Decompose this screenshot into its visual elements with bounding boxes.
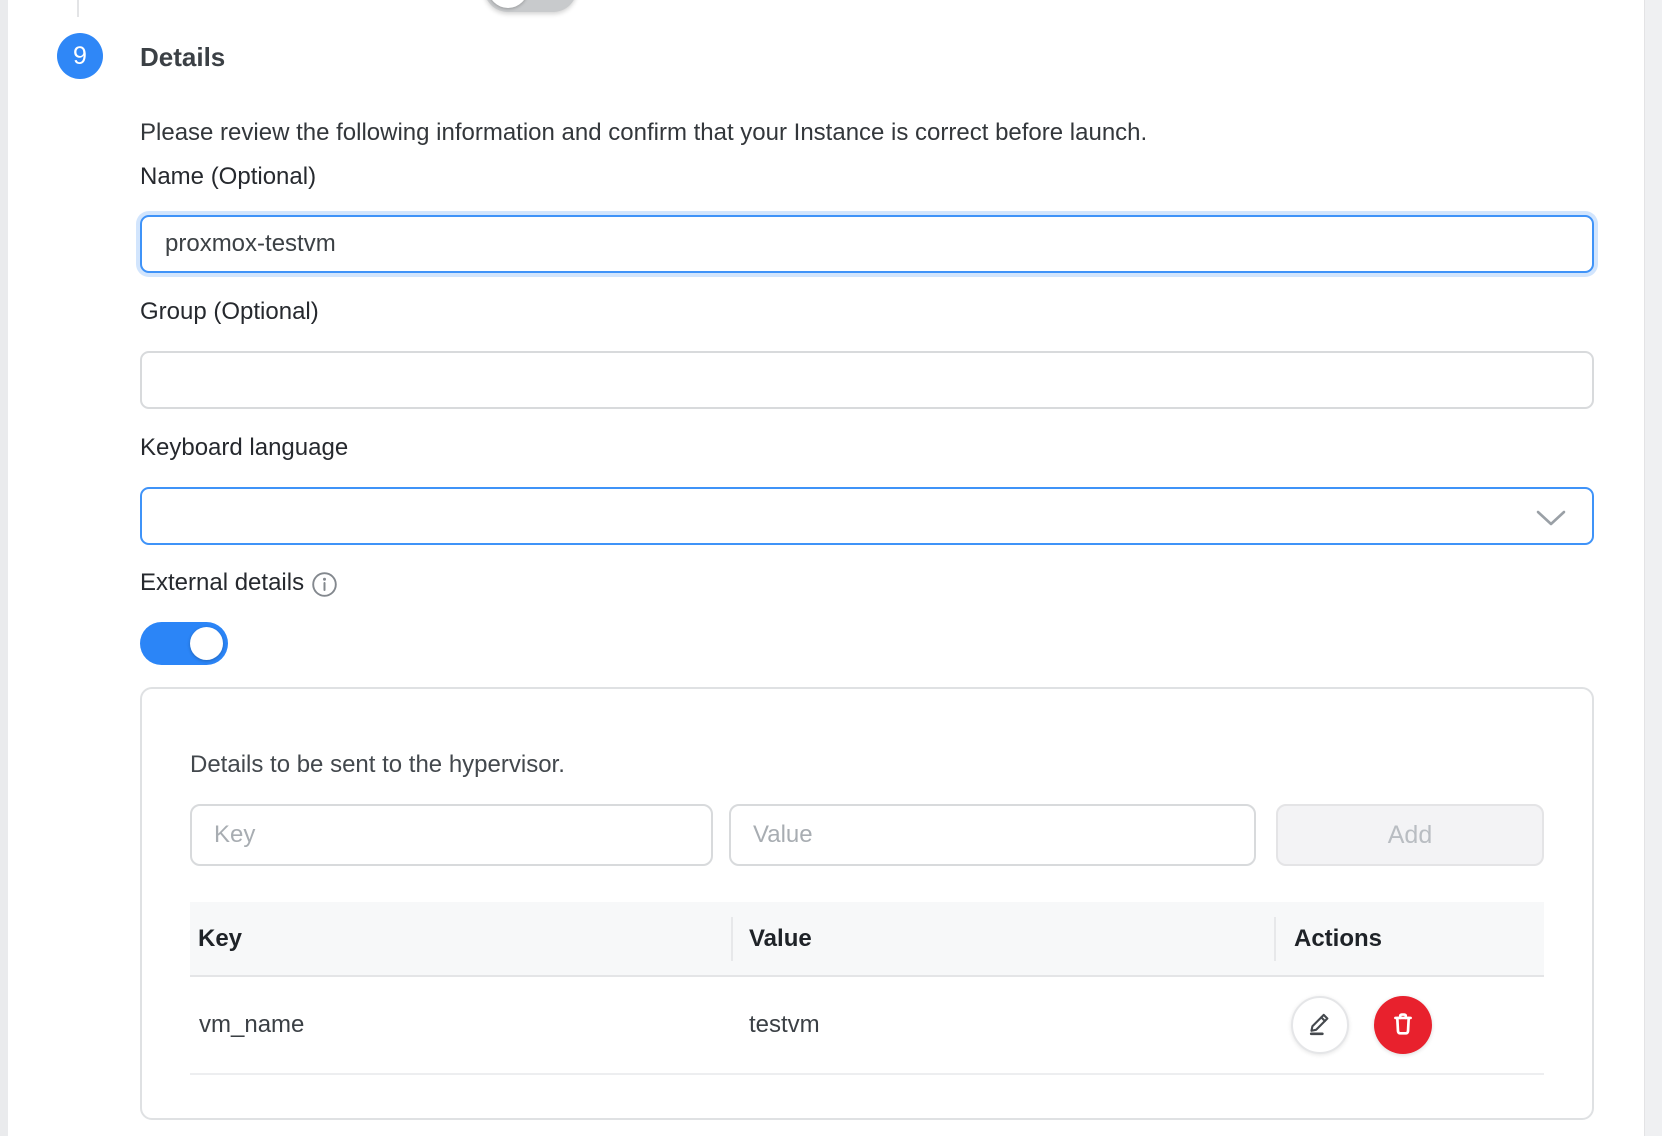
intro-text: Please review the following information …: [140, 119, 1594, 147]
details-step-page: 9 Details Please review the following in…: [0, 0, 1662, 1136]
info-icon[interactable]: [311, 571, 338, 598]
step-connector-line: [77, 0, 79, 17]
add-button[interactable]: Add: [1276, 804, 1544, 866]
step-number: 9: [73, 42, 87, 71]
keyboard-language-select[interactable]: [140, 487, 1594, 545]
scrollbar-track[interactable]: [1644, 0, 1662, 1136]
table-header-row: Key Value Actions: [190, 902, 1544, 977]
row-value-cell: testvm: [731, 1011, 1274, 1039]
panel-description: Details to be sent to the hypervisor.: [190, 750, 1544, 780]
header-value: Value: [731, 925, 1274, 953]
group-input[interactable]: [140, 351, 1594, 409]
pencil-icon: [1306, 1010, 1334, 1041]
left-edge-strip: [0, 0, 8, 1136]
header-actions: Actions: [1274, 925, 1544, 953]
toggle-knob: [190, 627, 223, 660]
page-title: Details: [140, 40, 1594, 74]
value-input[interactable]: [729, 804, 1256, 866]
group-label: Group (Optional): [140, 297, 1594, 326]
step-number-badge: 9: [57, 33, 103, 79]
row-actions-cell: [1274, 996, 1544, 1054]
external-details-row: External details: [140, 568, 1594, 598]
name-label: Name (Optional): [140, 162, 1594, 191]
row-key-cell: vm_name: [190, 1011, 731, 1039]
trash-icon: [1389, 1010, 1417, 1041]
external-details-toggle[interactable]: [140, 622, 228, 665]
key-input[interactable]: [190, 804, 713, 866]
step-content: Details Please review the following info…: [140, 0, 1594, 1120]
table-row: vm_name testvm: [190, 977, 1544, 1075]
edit-button[interactable]: [1291, 996, 1349, 1054]
name-input[interactable]: [140, 215, 1594, 273]
hypervisor-details-panel: Details to be sent to the hypervisor. Ad…: [140, 687, 1594, 1120]
chevron-down-icon: [1536, 510, 1566, 532]
delete-button[interactable]: [1374, 996, 1432, 1054]
header-key: Key: [190, 925, 731, 953]
column-divider: [1274, 917, 1276, 961]
column-divider: [731, 917, 733, 961]
keyboard-language-label: Keyboard language: [140, 433, 1594, 462]
details-table: Key Value Actions vm_name testvm: [190, 902, 1544, 1075]
external-details-label: External details: [140, 569, 304, 597]
key-value-form: Add: [190, 804, 1544, 866]
